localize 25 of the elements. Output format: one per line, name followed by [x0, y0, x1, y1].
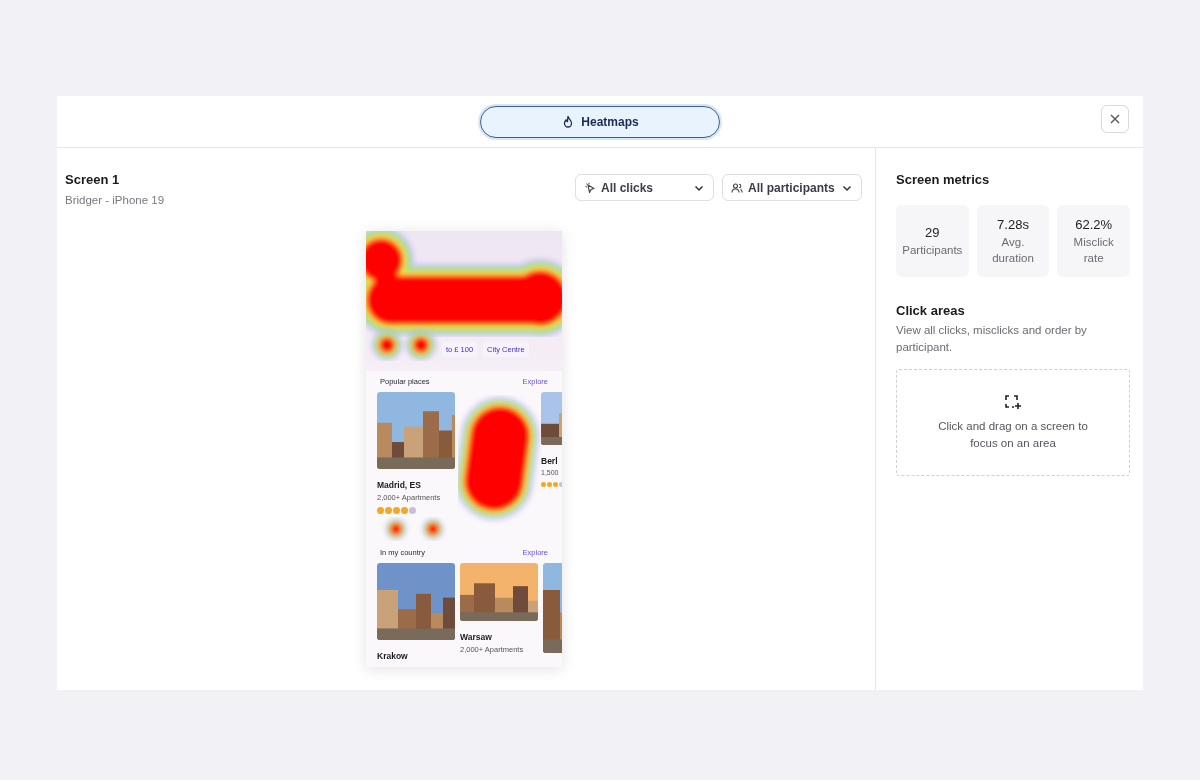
clicks-filter-dropdown[interactable]: All clicks [575, 174, 714, 201]
dropzone-text: Click and drag on a screen to focus on an area [937, 418, 1089, 451]
people-icon [731, 181, 743, 194]
section-description: View all clicks, misclicks and order by participant. [896, 323, 1088, 355]
close-icon [1109, 113, 1121, 125]
screen-subtitle: Bridger - iPhone 19 [65, 192, 165, 208]
heatmaps-tab[interactable]: Heatmaps [480, 105, 720, 138]
metric-value: 7.28s [997, 215, 1029, 234]
cursor-click-icon [584, 181, 596, 194]
metric-label: Avg. duration [991, 235, 1035, 267]
participants-filter-dropdown[interactable]: All participants [722, 174, 862, 201]
metric-label: Misclick rate [1072, 235, 1115, 267]
place-name: Madrid, ES [377, 478, 422, 492]
section-title: Click areas [896, 301, 966, 320]
metric-value: 29 [925, 223, 940, 242]
place-name: Krakow [377, 649, 409, 663]
select-area-icon [1004, 393, 1022, 410]
section-title: Screen metrics [896, 171, 991, 189]
metric-label: Participants [902, 243, 963, 259]
screen-title: Screen 1 [65, 171, 121, 189]
metric-value: 62.2% [1075, 215, 1113, 234]
close-button[interactable] [1101, 105, 1129, 133]
place-name: Berl [541, 454, 559, 468]
click-area-dropzone[interactable]: Click and drag on a screen to focus on an area [896, 369, 1130, 477]
place-name: Warsaw [460, 630, 493, 644]
